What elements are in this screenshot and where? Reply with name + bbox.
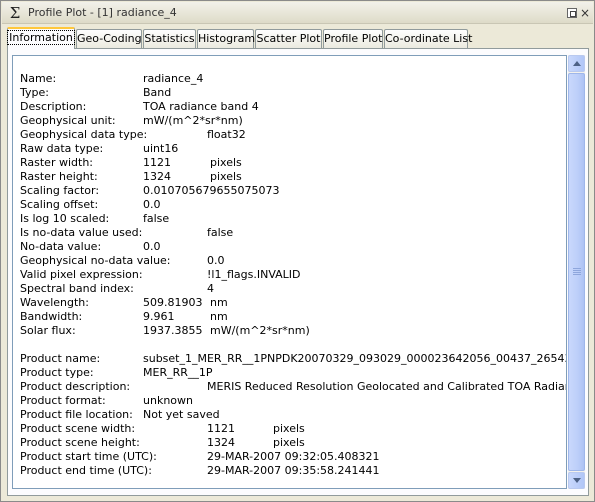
vertical-scrollbar[interactable] [568,55,585,489]
sigma-icon: Σ [9,4,21,22]
tab-profile-plot[interactable]: Profile Plot [323,29,383,48]
grip-line [573,268,581,269]
info-value: MERIS Reduced Resolution Geolocated and … [207,380,567,393]
info-label: Name: [20,72,57,85]
info-value: 0.010705679655075073 [143,184,280,197]
info-label: Raw data type: [20,142,104,155]
info-value: mW/(m^2*sr*nm) [143,114,243,127]
info-label: Scaling factor: [20,184,100,197]
info-label: Geophysical unit: [20,114,116,127]
info-label: Product format: [20,394,106,407]
info-value: Not yet saved [143,408,220,421]
info-label: Raster width: [20,156,93,169]
tab-information[interactable]: Information [7,27,75,49]
info-unit: pixels [273,422,305,435]
info-value: Band [143,86,172,99]
info-value: unknown [143,394,193,407]
info-value: uint16 [143,142,179,155]
info-value: !l1_flags.INVALID [207,268,301,281]
info-value: MER_RR__1P [143,366,213,379]
info-value: 1121 [207,422,235,435]
info-value: 0.0 [143,198,161,211]
info-unit: nm [210,310,228,323]
info-value: TOA radiance band 4 [143,100,259,113]
info-label: Valid pixel expression: [20,268,143,281]
info-value: 4 [207,282,214,295]
info-label: Geophysical data type: [20,128,148,141]
scroll-down-button[interactable] [568,472,585,489]
info-label: Is no-data value used: [20,226,143,239]
info-value: 9.961 [143,310,175,323]
info-value: 29-MAR-2007 09:35:58.241441 [207,464,380,477]
info-label: Raster height: [20,170,98,183]
info-value: 29-MAR-2007 09:32:05.408321 [207,450,380,463]
info-label: No-data value: [20,240,102,253]
info-label: Spectral band index: [20,282,134,295]
info-unit: pixels [210,156,242,169]
info-value: 509.81903 [143,296,203,309]
restore-icon[interactable] [567,8,577,18]
tab-geo-coding[interactable]: Geo-Coding [76,29,142,48]
info-unit: pixels [273,436,305,449]
info-value: 1937.3855 [143,324,203,337]
info-label: Scaling offset: [20,198,99,211]
info-value: 0.0 [207,254,225,267]
info-label: Product end time (UTC): [20,464,152,477]
grip-line [573,274,581,275]
info-value: 1324 [143,170,171,183]
grip-line [573,272,581,273]
info-label: Type: [20,86,49,99]
info-value: false [143,212,170,225]
close-icon[interactable]: × [580,7,590,19]
tab-statistics[interactable]: Statistics [143,29,196,48]
info-value: radiance_4 [143,72,204,85]
info-label: Product start time (UTC): [20,450,157,463]
info-label: Solar flux: [20,324,76,337]
tab-scatter-plot[interactable]: Scatter Plot [255,29,322,48]
info-unit: pixels [210,170,242,183]
info-label: Product name: [20,352,101,365]
info-value: 1324 [207,436,235,449]
information-text-area[interactable]: Name: radiance_4 Type: Band Description: TOA … [12,55,567,489]
info-value: 1121 [143,156,171,169]
title-bar[interactable]: Σ Profile Plot - [1] radiance_4 × [2,2,593,24]
info-label: Geophysical no-data value: [20,254,171,267]
scroll-thumb[interactable] [568,73,585,471]
info-unit: mW/(m^2*sr*nm) [210,324,310,337]
info-label: Wavelength: [20,296,89,309]
tab-panel: Name: radiance_4 Type: Band Description: TOA … [7,48,589,496]
info-value: 0.0 [143,240,161,253]
info-label: Product file location: [20,408,133,421]
info-unit: nm [210,296,228,309]
tab-histogram[interactable]: Histogram [197,29,255,48]
info-value: false [207,226,234,239]
scroll-up-button[interactable] [568,55,585,72]
info-label: Is log 10 scaled: [20,212,110,225]
info-label: Product scene width: [20,422,136,435]
info-label: Bandwidth: [20,310,83,323]
info-label: Product scene height: [20,436,140,449]
info-label: Product description: [20,380,131,393]
grip-line [573,270,581,271]
window-title: Profile Plot - [1] radiance_4 [28,6,177,19]
info-value: float32 [207,128,246,141]
info-label: Product type: [20,366,94,379]
profile-plot-window: Σ Profile Plot - [1] radiance_4 × Inform… [0,0,595,502]
info-value: subset_1_MER_RR__1PNPDK20070329_093029_0… [143,352,567,365]
info-label: Description: [20,100,87,113]
tab-coordinate-list[interactable]: Co-ordinate List [384,29,472,48]
